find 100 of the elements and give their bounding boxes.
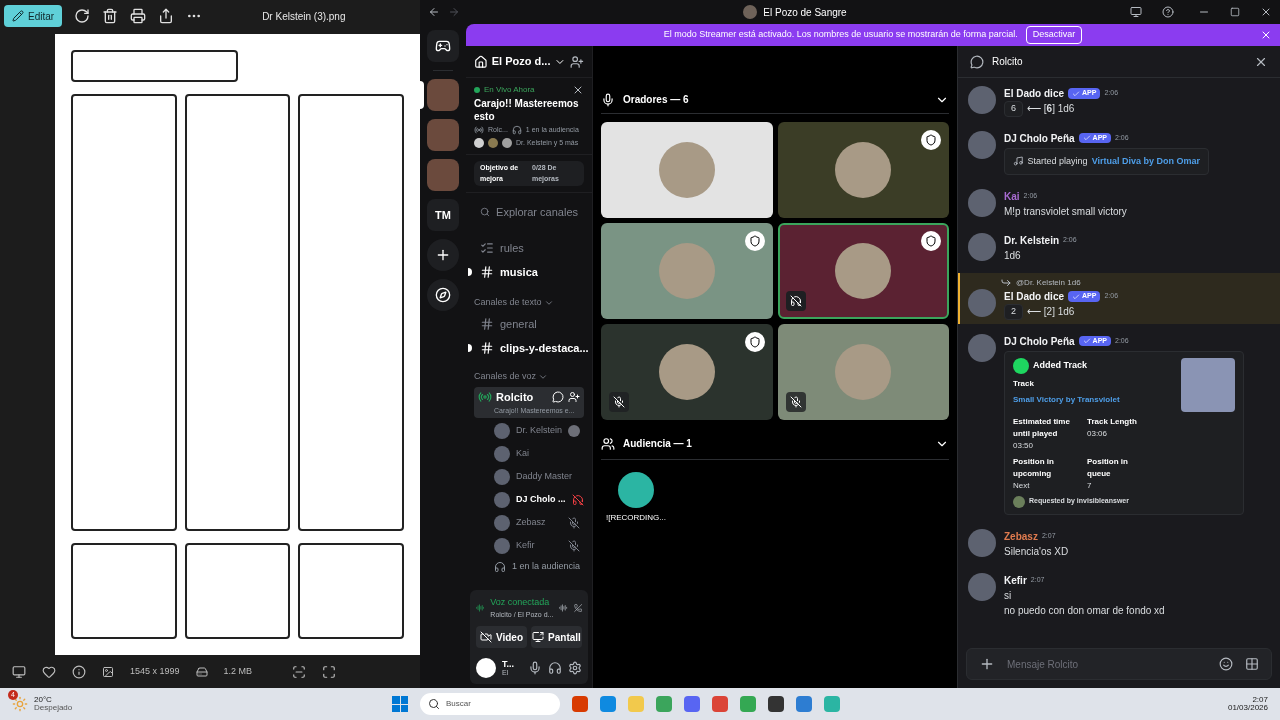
- field-name: Track: [1013, 377, 1035, 390]
- track-link[interactable]: Small Victory by Transviolet: [1013, 393, 1120, 406]
- emoji-icon[interactable]: [1219, 657, 1233, 671]
- fit-icon[interactable]: [292, 664, 307, 679]
- deafened-icon: [785, 291, 806, 311]
- music-icon: [1013, 155, 1024, 168]
- avatar: [494, 537, 510, 554]
- delete-icon[interactable]: [102, 8, 119, 24]
- chat-title: Rolcito: [992, 55, 1023, 69]
- clock-time[interactable]: 2:07: [1252, 696, 1268, 704]
- category-label[interactable]: Canales de texto: [474, 296, 542, 310]
- invite-icon[interactable]: [568, 391, 580, 404]
- soundboard-icon[interactable]: [559, 601, 568, 615]
- apps-icon[interactable]: [1245, 657, 1259, 671]
- weather-icon[interactable]: [12, 696, 28, 712]
- avatar: [968, 130, 996, 159]
- image-icon: [102, 665, 114, 678]
- avatar: [618, 472, 654, 508]
- share-icon[interactable]: [158, 8, 175, 24]
- search-field[interactable]: Buscar: [420, 693, 560, 715]
- invite-icon[interactable]: [570, 54, 584, 69]
- category-label[interactable]: Canales de voz: [474, 370, 537, 384]
- clock-date[interactable]: 01/03/2026: [1227, 704, 1268, 712]
- message-author[interactable]: Zebasz: [1004, 528, 1038, 544]
- add-icon[interactable]: [979, 656, 995, 672]
- status-icon: [568, 424, 581, 437]
- fullscreen-icon[interactable]: [322, 664, 337, 679]
- disable-button[interactable]: Desactivar: [1025, 26, 1083, 44]
- avatar: [968, 86, 996, 114]
- stage-icon: [478, 390, 492, 405]
- audience-member-name[interactable]: ![RECORDING...: [606, 512, 666, 524]
- message-author[interactable]: El Dado dice: [1004, 289, 1064, 304]
- voice-member[interactable]: Kefir: [474, 535, 584, 556]
- people-icon: [601, 436, 615, 451]
- favorite-icon[interactable]: [42, 664, 56, 679]
- info-icon[interactable]: [72, 664, 86, 679]
- speaker-tile[interactable]: [777, 324, 949, 420]
- edit-button[interactable]: Editar: [4, 5, 63, 27]
- voice-member[interactable]: Zebasz: [474, 512, 584, 533]
- reply-preview[interactable]: @Dr. Kelstein 1d6: [1016, 277, 1081, 289]
- chevron-icon[interactable]: [538, 372, 549, 382]
- message-author[interactable]: DJ Cholo Peña: [1004, 333, 1075, 349]
- rules-icon: [480, 241, 494, 255]
- weather-condition: Despejado: [34, 704, 73, 712]
- message-author[interactable]: Kai: [1004, 189, 1020, 204]
- add-server-button[interactable]: [427, 239, 459, 271]
- chevron-icon[interactable]: [543, 298, 554, 308]
- speaker-tile[interactable]: [601, 324, 773, 420]
- headphones-icon[interactable]: [548, 661, 562, 675]
- message-text: si: [1004, 588, 1013, 603]
- back-icon[interactable]: [428, 6, 440, 18]
- close-icon[interactable]: [1260, 6, 1272, 18]
- speaker-tile[interactable]: [601, 223, 773, 319]
- channel-item[interactable]: rules: [474, 239, 530, 257]
- help-icon[interactable]: [1162, 6, 1174, 18]
- message-author[interactable]: Dr. Kelstein: [1004, 233, 1060, 248]
- taskbar-app-icon[interactable]: [768, 696, 784, 712]
- user-name[interactable]: T...: [502, 660, 514, 669]
- message-author[interactable]: El Dado dice: [1004, 86, 1064, 101]
- taskbar-app-icon[interactable]: [684, 696, 700, 712]
- explore-channels[interactable]: Explorar canales: [474, 201, 584, 223]
- music-service-icon: [1013, 357, 1029, 374]
- field-name: Position in upcoming: [1013, 455, 1055, 480]
- speaker-tile[interactable]: [777, 223, 949, 319]
- temperature: 20°C: [34, 696, 53, 704]
- close-icon[interactable]: [1260, 29, 1272, 41]
- start-button[interactable]: [392, 696, 408, 712]
- headphones-icon: [511, 125, 522, 136]
- server-icon[interactable]: TM: [427, 199, 459, 231]
- message-author[interactable]: DJ Cholo Peña: [1004, 130, 1075, 146]
- avatar: [968, 233, 996, 261]
- screen-share-icon: [532, 631, 545, 643]
- voice-member[interactable]: Kai: [474, 443, 584, 464]
- speaker-tile[interactable]: [777, 122, 949, 218]
- channel-item[interactable]: clips-y-destaca...: [474, 339, 595, 357]
- channel-item[interactable]: musica: [474, 263, 544, 281]
- hash-icon: [480, 317, 494, 331]
- check-icon: [1082, 134, 1091, 142]
- voice-status[interactable]: Voz conectada: [490, 596, 554, 610]
- channel-item[interactable]: general: [474, 315, 543, 333]
- muted-mic-icon: [568, 539, 580, 552]
- voice-member[interactable]: DJ Cholo ...: [474, 489, 584, 510]
- community-icon: [474, 54, 488, 69]
- maximize-icon[interactable]: [1230, 7, 1240, 17]
- home-button[interactable]: [427, 30, 459, 62]
- speaker-tile[interactable]: [601, 122, 773, 218]
- message-author[interactable]: Kefir: [1004, 572, 1027, 588]
- settings-icon[interactable]: [568, 661, 582, 675]
- server-name[interactable]: El Pozo d...: [491, 53, 551, 70]
- video-button[interactable]: Video: [476, 626, 527, 648]
- rotate-icon[interactable]: [74, 8, 91, 24]
- voice-member[interactable]: Daddy Master: [474, 466, 584, 487]
- close-icon[interactable]: [572, 84, 584, 96]
- discover-button[interactable]: [427, 279, 459, 311]
- print-icon[interactable]: [130, 8, 147, 24]
- microphone-icon[interactable]: [528, 661, 542, 675]
- voice-member[interactable]: Dr. Kelstein: [474, 420, 584, 441]
- song-link[interactable]: Virtual Diva by Don Omar: [1091, 154, 1200, 168]
- screen-share-button[interactable]: Pantall: [531, 626, 582, 648]
- chat-icon[interactable]: [552, 391, 564, 404]
